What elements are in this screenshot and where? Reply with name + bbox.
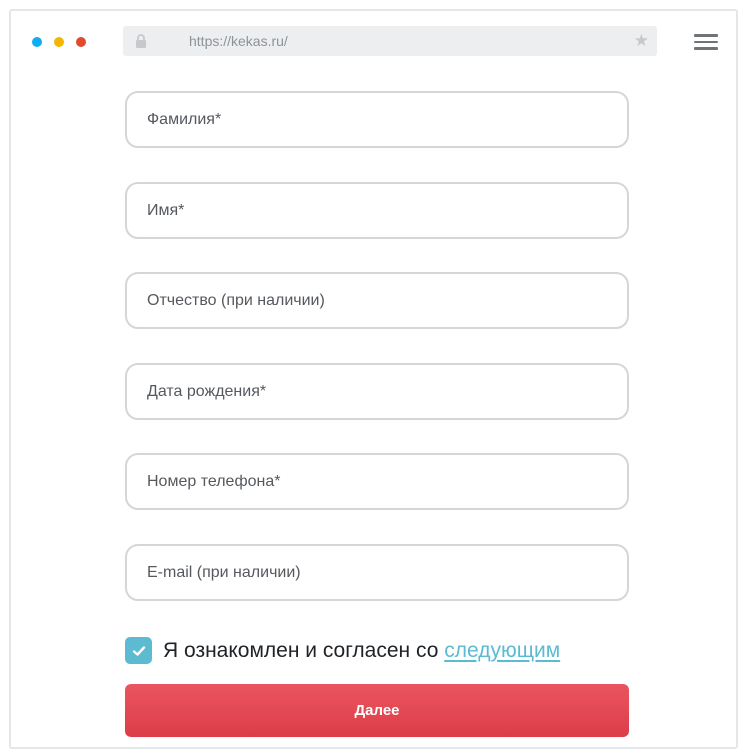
agreement-link[interactable]: следующим <box>444 639 560 662</box>
address-bar[interactable]: https://kekas.ru/ ★ <box>123 26 657 56</box>
url-text[interactable]: https://kekas.ru/ <box>189 33 288 49</box>
agreement-checkbox[interactable] <box>125 637 152 664</box>
field-placeholder: Номер телефона* <box>147 473 281 490</box>
patronymic-field[interactable]: Отчество (при наличии) <box>125 272 629 329</box>
next-button-label: Далее <box>354 702 400 719</box>
window-dot-red[interactable] <box>76 37 86 47</box>
agreement-row: Я ознакомлен и согласен со следующим <box>125 637 560 664</box>
field-placeholder: E-mail (при наличии) <box>147 564 301 581</box>
first-name-field[interactable]: Имя* <box>125 182 629 239</box>
window-dot-blue[interactable] <box>32 37 42 47</box>
window-controls <box>32 37 86 47</box>
email-field[interactable]: E-mail (при наличии) <box>125 544 629 601</box>
field-placeholder: Фамилия* <box>147 111 222 128</box>
checkmark-icon <box>132 645 145 656</box>
window-dot-yellow[interactable] <box>54 37 64 47</box>
agreement-text: Я ознакомлен и согласен со <box>163 638 445 662</box>
lock-icon <box>136 34 146 48</box>
birth-date-field[interactable]: Дата рождения* <box>125 363 629 420</box>
field-placeholder: Отчество (при наличии) <box>147 292 325 309</box>
browser-window: https://kekas.ru/ ★ Фамилия* Имя* Отчест… <box>9 9 738 749</box>
field-placeholder: Имя* <box>147 202 185 219</box>
agreement-label: Я ознакомлен и согласен со следующим <box>163 639 560 663</box>
hamburger-menu-icon[interactable] <box>694 34 718 50</box>
bookmark-star-icon[interactable]: ★ <box>634 32 649 50</box>
next-button[interactable]: Далее <box>125 684 629 737</box>
field-placeholder: Дата рождения* <box>147 383 267 400</box>
phone-field[interactable]: Номер телефона* <box>125 453 629 510</box>
last-name-field[interactable]: Фамилия* <box>125 91 629 148</box>
